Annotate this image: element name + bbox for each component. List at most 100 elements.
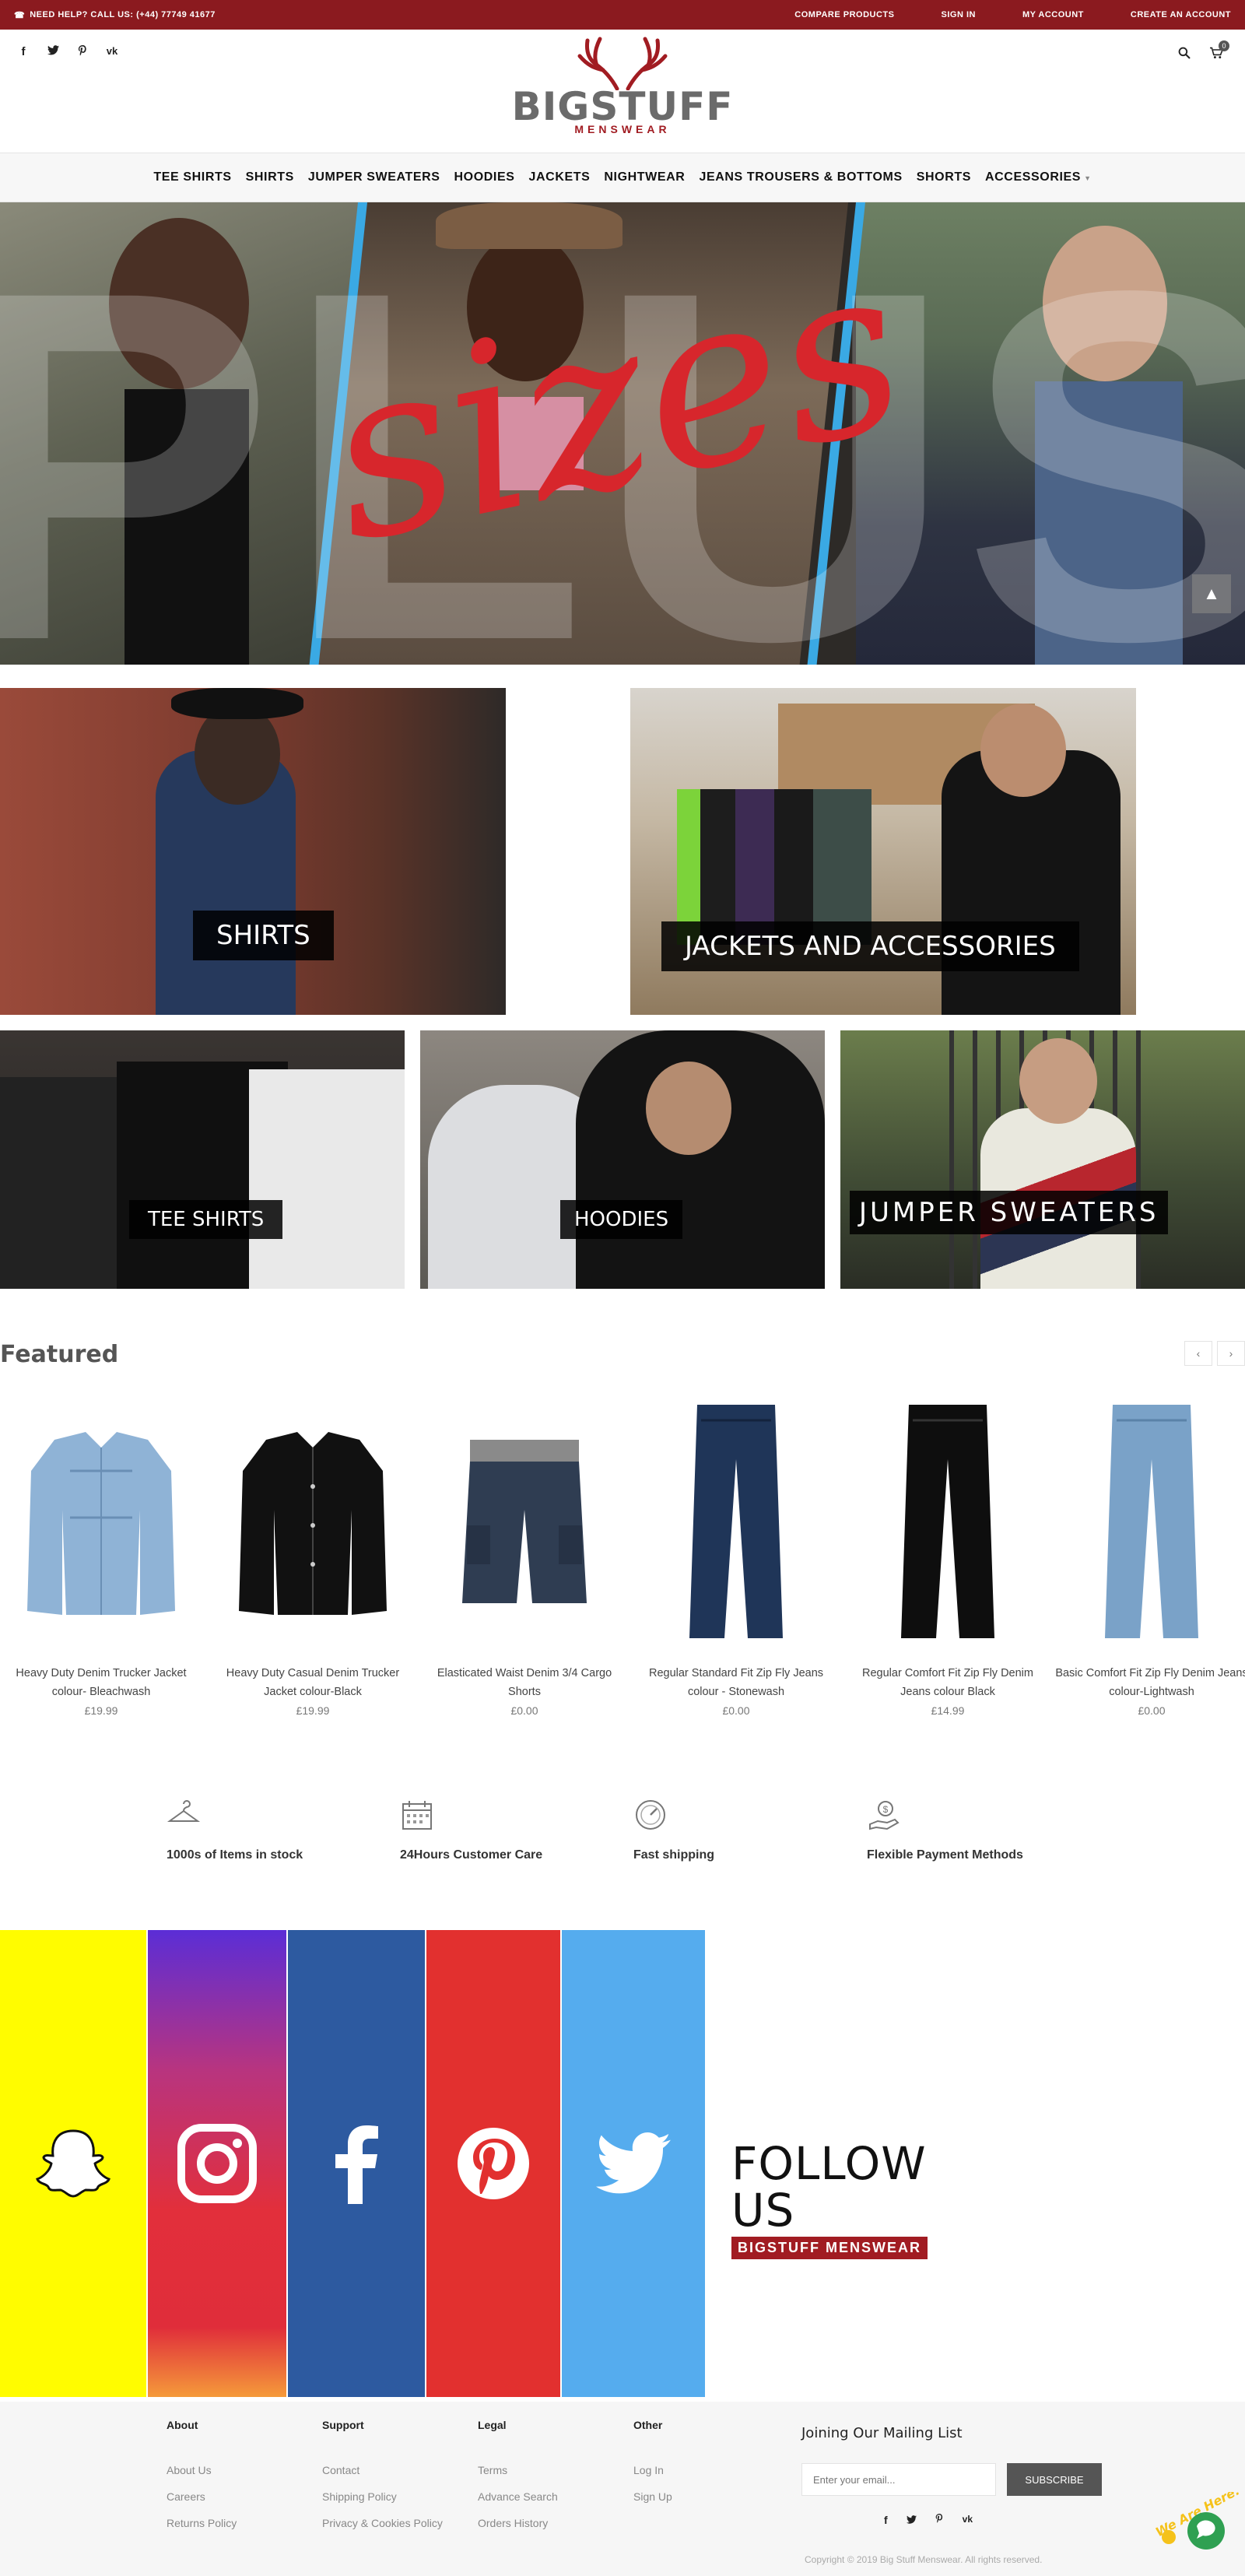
footer-link-shipping[interactable]: Shipping Policy (322, 2490, 443, 2503)
nav-accessories[interactable]: ACCESSORIES ▼ (985, 170, 1092, 184)
nav-nightwear[interactable]: NIGHTWEAR (604, 170, 685, 184)
jumper-sweaters-label: JUMPER SWEATERS (850, 1191, 1169, 1234)
sign-in-link[interactable]: SIGN IN (942, 10, 976, 19)
top-links: COMPARE PRODUCTS SIGN IN MY ACCOUNT CREA… (794, 10, 1231, 19)
help-line: ☎ NEED HELP? CALL US: (+44) 77749 41677 (14, 10, 216, 20)
footer-link-terms[interactable]: Terms (478, 2464, 558, 2476)
twitter-icon (596, 2132, 671, 2194)
nav-jumper-sweaters[interactable]: JUMPER SWEATERS (308, 170, 440, 184)
product-card[interactable]: Basic Comfort Fit Zip Fly Denim Jeans co… (1050, 1393, 1245, 1735)
category-jumper-sweaters[interactable]: JUMPER SWEATERS (840, 1030, 1245, 1289)
footer-col-title: About (167, 2419, 198, 2431)
footer-link-careers[interactable]: Careers (167, 2490, 237, 2503)
product-name: Elasticated Waist Denim 3/4 Cargo Shorts (437, 1667, 612, 1698)
pinterest-icon[interactable] (935, 2514, 944, 2526)
site-logo[interactable]: BIGSTUFF MENSWEAR (506, 34, 739, 151)
product-card[interactable]: Elasticated Waist Denim 3/4 Cargo Shorts… (423, 1393, 626, 1735)
product-card[interactable]: Heavy Duty Casual Denim Trucker Jacket c… (212, 1393, 414, 1735)
copyright-text: Copyright © 2019 Big Stuff Menswear. All… (805, 2554, 1043, 2565)
facebook-icon[interactable]: f (884, 2514, 888, 2526)
follow-us-subtitle: BIGSTUFF MENSWEAR (731, 2237, 928, 2259)
hoodies-label: HOODIES (560, 1200, 683, 1239)
help-text: NEED HELP? CALL US: (+44) 77749 41677 (30, 10, 216, 19)
chat-bubble-icon: We Are Here! (1153, 2483, 1243, 2550)
instagram-icon (177, 2124, 257, 2203)
mailing-list: Joining Our Mailing List SUBSCRIBE (801, 2425, 1128, 2496)
category-shirts[interactable]: SHIRTS (0, 688, 506, 1015)
snapchat-strip[interactable] (0, 1930, 146, 2397)
my-account-link[interactable]: MY ACCOUNT (1022, 10, 1084, 19)
follow-us-heading: FOLLOW US BIGSTUFF MENSWEAR (731, 2140, 996, 2259)
header-social: f vk (17, 45, 118, 60)
live-chat-widget[interactable]: We Are Here! (1150, 2483, 1243, 2554)
nav-tee-shirts[interactable]: TEE SHIRTS (153, 170, 231, 184)
footer-link-contact[interactable]: Contact (322, 2464, 443, 2476)
category-tee-shirts[interactable]: TEE SHIRTS (0, 1030, 405, 1289)
cart-icon[interactable]: 0 (1209, 40, 1229, 63)
jackets-label: JACKETS AND ACCESSORIES (661, 921, 1079, 971)
footer-col-title: Legal (478, 2419, 507, 2431)
category-hoodies[interactable]: HOODIES (420, 1030, 825, 1289)
product-price: £19.99 (84, 1704, 118, 1717)
nav-shirts[interactable]: SHIRTS (246, 170, 294, 184)
site-header: f vk BIGSTUFF MENSWEAR 0 (0, 30, 1245, 153)
hero-text-overlay: PLUS sizes (0, 202, 1245, 665)
twitter-icon[interactable] (47, 45, 59, 60)
product-image (227, 1401, 398, 1650)
featured-title: Featured (0, 1341, 119, 1368)
product-card[interactable]: Heavy Duty Denim Trucker Jacket colour- … (0, 1393, 202, 1735)
nav-jackets[interactable]: JACKETS (529, 170, 591, 184)
product-card[interactable]: Regular Standard Fit Zip Fly Jeans colou… (635, 1393, 837, 1735)
feature-care: 24Hours Customer Care (400, 1798, 602, 1862)
nav-jeans-trousers[interactable]: JEANS TROUSERS & BOTTOMS (699, 170, 902, 184)
back-to-top-button[interactable]: ▲ (1192, 574, 1231, 613)
jumpers-model-head (1019, 1038, 1097, 1124)
footer-link-advance-search[interactable]: Advance Search (478, 2490, 558, 2503)
header-actions: 0 (1178, 40, 1229, 63)
instagram-strip[interactable] (148, 1930, 286, 2397)
feature-shipping: Fast shipping (633, 1798, 836, 1862)
carousel-next-button[interactable]: › (1217, 1341, 1245, 1366)
vk-icon[interactable]: vk (106, 45, 118, 60)
phone-icon: ☎ (14, 10, 26, 20)
twitter-icon[interactable] (906, 2514, 917, 2526)
footer-link-about-us[interactable]: About Us (167, 2464, 237, 2476)
featured-products: Heavy Duty Denim Trucker Jacket colour- … (0, 1393, 1245, 1735)
subscribe-button[interactable]: SUBSCRIBE (1007, 2463, 1102, 2496)
tee-shirts-label: TEE SHIRTS (129, 1200, 283, 1239)
svg-text:$: $ (883, 1804, 889, 1815)
calendar-icon (402, 1801, 432, 1830)
category-jackets-accessories[interactable]: JACKETS AND ACCESSORIES (630, 688, 1136, 1015)
product-price: £0.00 (510, 1704, 538, 1717)
hoodies-model-head (646, 1062, 731, 1155)
search-icon[interactable] (1178, 47, 1191, 63)
footer-link-log-in[interactable]: Log In (633, 2464, 672, 2476)
create-account-link[interactable]: CREATE AN ACCOUNT (1131, 10, 1231, 19)
facebook-strip[interactable] (288, 1930, 425, 2397)
feature-text: Flexible Payment Methods (867, 1848, 1023, 1862)
hero-banner[interactable]: PLUS sizes (0, 202, 1245, 665)
footer-link-orders-history[interactable]: Orders History (478, 2517, 558, 2529)
footer-col-title: Support (322, 2419, 364, 2431)
product-card[interactable]: Regular Comfort Fit Zip Fly Denim Jeans … (847, 1393, 1049, 1735)
product-price: £0.00 (1138, 1704, 1166, 1717)
nav-shorts[interactable]: SHORTS (917, 170, 971, 184)
product-name: Regular Standard Fit Zip Fly Jeans colou… (648, 1667, 824, 1698)
pinterest-icon[interactable] (76, 45, 89, 60)
vk-icon[interactable]: vk (963, 2514, 973, 2526)
follow-us-title: FOLLOW US (731, 2137, 927, 2237)
footer-link-returns[interactable]: Returns Policy (167, 2517, 237, 2529)
facebook-icon[interactable]: f (17, 45, 30, 60)
footer-link-privacy[interactable]: Privacy & Cookies Policy (322, 2517, 443, 2529)
footer-col-title: Other (633, 2419, 663, 2431)
product-image (862, 1401, 1033, 1650)
nav-hoodies[interactable]: HOODIES (454, 170, 515, 184)
pinterest-strip[interactable] (426, 1930, 560, 2397)
email-field[interactable] (801, 2463, 996, 2496)
twitter-strip[interactable] (562, 1930, 705, 2397)
feature-text: 1000s of Items in stock (167, 1848, 303, 1862)
compare-products-link[interactable]: COMPARE PRODUCTS (794, 10, 894, 19)
product-image (439, 1401, 610, 1650)
carousel-prev-button[interactable]: ‹ (1184, 1341, 1212, 1366)
footer-link-sign-up[interactable]: Sign Up (633, 2490, 672, 2503)
